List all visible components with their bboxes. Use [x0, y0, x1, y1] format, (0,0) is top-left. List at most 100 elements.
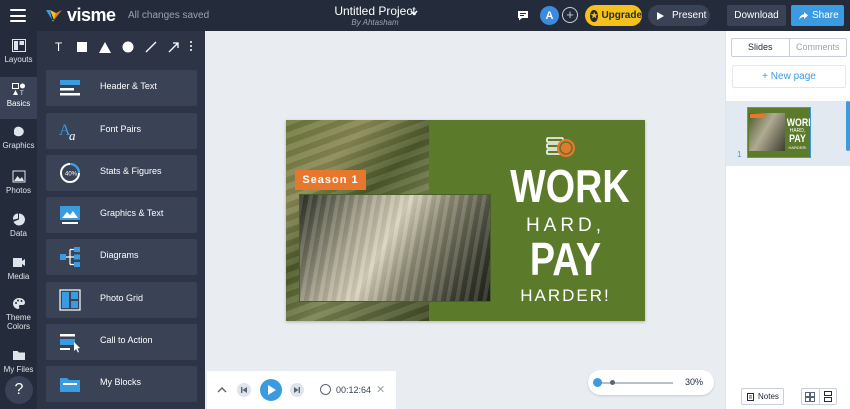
headline-work[interactable]: WORK [510, 162, 629, 210]
rail-item-theme-colors[interactable]: Theme Colors [0, 291, 37, 339]
rail-item-graphics[interactable]: Graphics [0, 119, 37, 161]
basics-item-my-blocks[interactable]: My Blocks [46, 366, 197, 402]
add-collaborator-button[interactable]: + [562, 7, 578, 23]
chevron-down-icon[interactable] [410, 9, 418, 17]
basics-item-label: Diagrams [100, 250, 139, 260]
data-icon [12, 213, 25, 226]
rectangle-tool-icon[interactable] [70, 38, 93, 56]
rail-label: Graphics [2, 141, 35, 150]
season-badge[interactable]: Season 1 [295, 170, 366, 190]
basics-item-label: Photo Grid [100, 293, 144, 303]
upgrade-label: Upgrade [601, 10, 642, 21]
rail-item-basics[interactable]: T Basics [0, 77, 37, 119]
view-toggle [801, 388, 837, 405]
previous-button[interactable] [237, 383, 251, 397]
zoom-value[interactable]: 30% [685, 377, 703, 387]
slide-thumbnail[interactable]: WORK HARD, PAY HARDER! [747, 107, 811, 158]
money-stack-photo[interactable] [299, 194, 491, 302]
share-label: Share [812, 10, 839, 21]
graphics-icon [13, 126, 24, 137]
basics-item-header-text[interactable]: Header & Text [46, 70, 197, 106]
header-text-icon [60, 80, 80, 96]
visme-logo[interactable]: visme [44, 5, 116, 25]
svg-text:T: T [20, 91, 24, 96]
new-page-button[interactable]: + New page [732, 65, 846, 88]
save-status: All changes saved [128, 10, 210, 21]
basics-icon: T [11, 83, 25, 96]
present-button[interactable]: Present [648, 5, 710, 26]
project-author: By Ahtasham [351, 18, 399, 27]
rail-label: Theme Colors [6, 313, 31, 331]
coins-icon[interactable] [546, 135, 578, 161]
hamburger-menu-icon[interactable] [10, 9, 26, 22]
media-icon [12, 258, 25, 267]
more-tools-icon[interactable] [190, 41, 193, 53]
text-tool-icon[interactable]: T [47, 38, 70, 56]
logo-text: visme [67, 4, 116, 25]
notes-button[interactable]: Notes [741, 388, 784, 405]
diagrams-icon [60, 247, 80, 267]
grid-view-icon[interactable] [802, 389, 820, 404]
basics-item-label: My Blocks [100, 377, 142, 387]
list-view-icon[interactable] [820, 389, 837, 404]
slide-canvas[interactable]: Season 1 WORK HARD, PAY HARDER! [286, 120, 645, 321]
basics-item-label: Header & Text [100, 81, 157, 91]
close-icon[interactable]: ✕ [376, 383, 385, 396]
present-label: Present [672, 10, 707, 21]
chevron-up-icon[interactable] [217, 386, 227, 394]
arrow-tool-icon[interactable] [162, 38, 185, 56]
photo-grid-icon [59, 289, 81, 311]
zoom-slider-handle[interactable] [593, 378, 602, 387]
zoom-slider-track[interactable] [597, 382, 673, 384]
panel-tabs: Slides Comments [731, 38, 847, 57]
stats-figures-icon: 40% [60, 163, 80, 183]
star-icon: ★ [590, 9, 599, 22]
text-tool-label: T [54, 40, 63, 54]
triangle-tool-icon[interactable] [93, 38, 116, 56]
help-button[interactable]: ? [5, 376, 33, 404]
download-button[interactable]: Download [727, 5, 786, 26]
basics-item-graphics-text[interactable]: Graphics & Text [46, 197, 197, 233]
notes-label: Notes [758, 392, 779, 401]
play-button[interactable] [260, 379, 282, 401]
share-button[interactable]: Share [791, 5, 844, 26]
rail-label: Media [7, 272, 30, 281]
visme-logo-mark [46, 10, 62, 22]
svg-text:40%: 40% [65, 172, 78, 178]
graphics-text-icon [60, 206, 80, 224]
rail-item-photos[interactable]: Photos [0, 164, 37, 206]
basics-item-stats-figures[interactable]: 40% Stats & Figures [46, 155, 197, 191]
slide-number: 1 [737, 150, 742, 159]
avatar[interactable]: A [540, 6, 559, 25]
headline-pay[interactable]: PAY [510, 235, 621, 283]
tab-comments[interactable]: Comments [790, 39, 847, 56]
line-tool-icon[interactable] [139, 38, 162, 56]
basics-item-photo-grid[interactable]: Photo Grid [46, 282, 197, 318]
next-button[interactable] [290, 383, 304, 397]
thumbnail-harder: HARDER! [788, 145, 807, 150]
basics-item-call-to-action[interactable]: Call to Action [46, 324, 197, 360]
rail-item-layouts[interactable]: Layouts [0, 33, 37, 75]
basics-item-diagrams[interactable]: Diagrams [46, 239, 197, 275]
circle-tool-icon[interactable] [116, 38, 139, 56]
basics-item-label: Call to Action [100, 335, 153, 345]
duration-time[interactable]: 00:12:64 [336, 385, 371, 395]
basics-item-label: Graphics & Text [100, 208, 164, 218]
rail-item-media[interactable]: Media [0, 250, 37, 292]
photos-icon [12, 170, 25, 183]
rail-item-my-files[interactable]: My Files [0, 343, 37, 378]
slides-scrollbar[interactable] [846, 101, 850, 151]
chat-icon[interactable] [517, 10, 529, 21]
folder-icon [12, 351, 25, 360]
skip-back-icon [241, 387, 247, 393]
thumbnail-photo [749, 113, 785, 151]
tab-slides[interactable]: Slides [732, 39, 790, 56]
basics-item-font-pairs[interactable]: Aa Font Pairs [46, 113, 197, 149]
upgrade-button[interactable]: ★ Upgrade [585, 5, 642, 26]
headline-harder[interactable]: HARDER! [498, 287, 633, 305]
skip-forward-icon [294, 387, 300, 393]
svg-text:a: a [69, 128, 76, 142]
rail-item-data[interactable]: Data [0, 207, 37, 249]
font-pairs-icon: Aa [59, 122, 76, 142]
shape-toolbar: T [47, 38, 185, 56]
